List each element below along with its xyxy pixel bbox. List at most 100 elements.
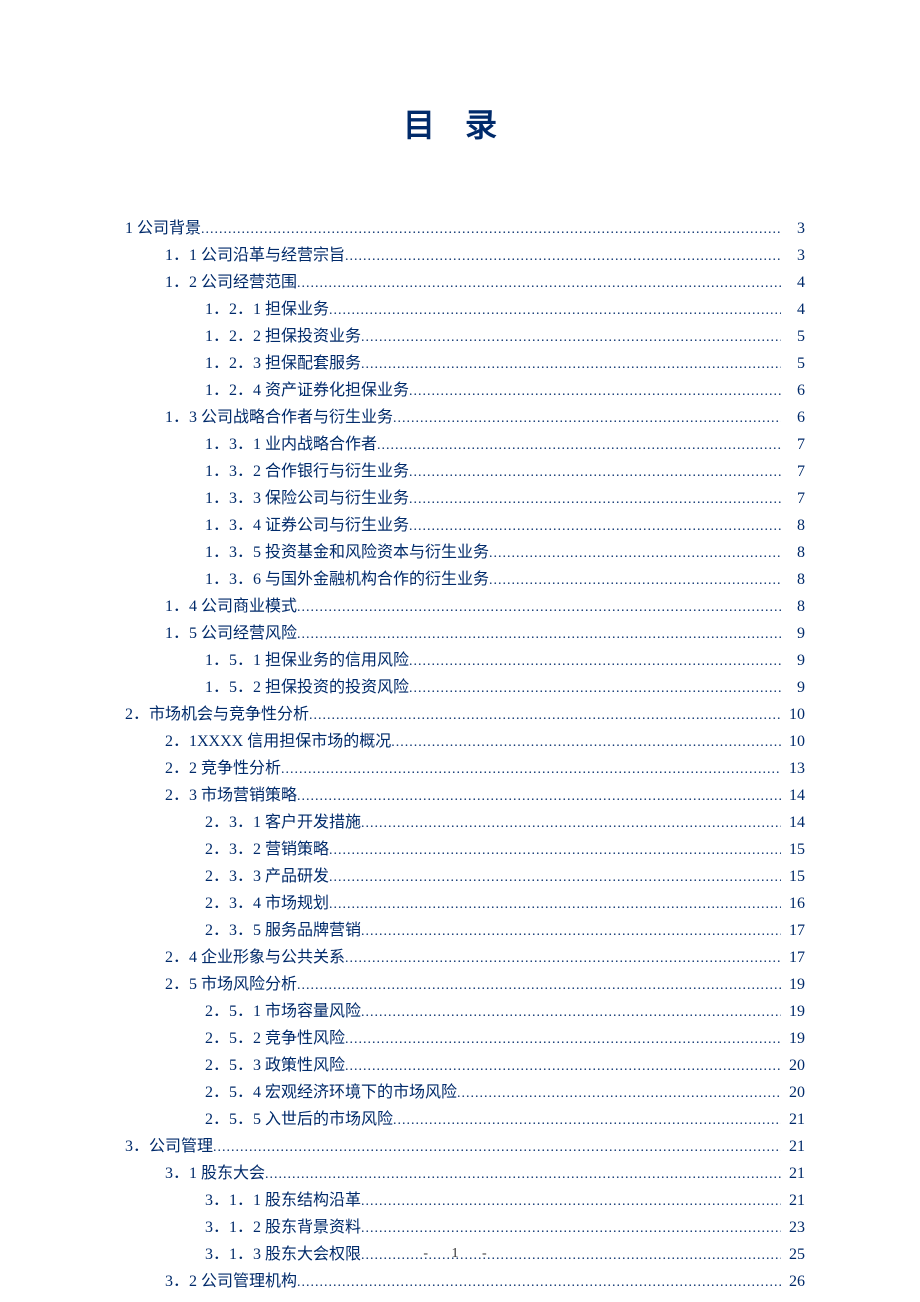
toc-entry-page: 8 xyxy=(781,567,805,593)
toc-leader-dots xyxy=(489,541,781,567)
toc-entry-page: 26 xyxy=(781,1269,805,1295)
toc-entry-label: 2．5．5 入世后的市场风险 xyxy=(205,1107,393,1133)
toc-entry-label: 1．3．1 业内战略合作者 xyxy=(205,432,377,458)
toc-leader-dots xyxy=(391,730,781,756)
toc-entry[interactable]: 1．3．5 投资基金和风险资本与衍生业务8 xyxy=(125,540,805,567)
toc-leader-dots xyxy=(393,1108,781,1134)
toc-entry-page: 19 xyxy=(781,972,805,998)
toc-entry-label: 1．3．3 保险公司与衍生业务 xyxy=(205,486,409,512)
toc-leader-dots xyxy=(297,622,781,648)
toc-entry[interactable]: 1．2．3 担保配套服务5 xyxy=(125,351,805,378)
toc-leader-dots xyxy=(309,703,781,729)
toc-entry-label: 1 公司背景 xyxy=(125,216,201,242)
toc-leader-dots xyxy=(409,487,781,513)
toc-entry[interactable]: 2．4 企业形象与公共关系17 xyxy=(125,945,805,972)
toc-entry[interactable]: 1．2．2 担保投资业务5 xyxy=(125,324,805,351)
toc-entry[interactable]: 1．3．1 业内战略合作者7 xyxy=(125,432,805,459)
toc-leader-dots xyxy=(361,1189,781,1215)
toc-entry[interactable]: 2．5．5 入世后的市场风险21 xyxy=(125,1107,805,1134)
toc-entry-page: 7 xyxy=(781,459,805,485)
toc-entry-label: 1．2．1 担保业务 xyxy=(205,297,329,323)
toc-leader-dots xyxy=(329,838,781,864)
toc-entry[interactable]: 1．4 公司商业模式8 xyxy=(125,594,805,621)
toc-entry-page: 6 xyxy=(781,405,805,431)
toc-entry-page: 16 xyxy=(781,891,805,917)
toc-entry[interactable]: 3．1．1 股东结构沿革21 xyxy=(125,1188,805,1215)
toc-leader-dots xyxy=(201,217,781,243)
toc-entry-label: 1．2．4 资产证券化担保业务 xyxy=(205,378,409,404)
toc-leader-dots xyxy=(329,892,781,918)
toc-leader-dots xyxy=(361,352,781,378)
toc-entry-label: 2．3 市场营销策略 xyxy=(165,783,297,809)
toc-leader-dots xyxy=(297,784,781,810)
toc-entry[interactable]: 2．5．1 市场容量风险19 xyxy=(125,999,805,1026)
toc-entry-page: 21 xyxy=(781,1134,805,1160)
toc-entry-label: 1．3 公司战略合作者与衍生业务 xyxy=(165,405,393,431)
toc-entry-page: 21 xyxy=(781,1161,805,1187)
toc-entry[interactable]: 1．3．4 证券公司与衍生业务8 xyxy=(125,513,805,540)
toc-entry[interactable]: 2．市场机会与竞争性分析10 xyxy=(125,702,805,729)
toc-entry[interactable]: 2．5．2 竞争性风险19 xyxy=(125,1026,805,1053)
toc-leader-dots xyxy=(265,1162,781,1188)
toc-leader-dots xyxy=(345,244,781,270)
toc-entry[interactable]: 2．3．3 产品研发15 xyxy=(125,864,805,891)
toc-leader-dots xyxy=(329,298,781,324)
toc-entry[interactable]: 2．1XXXX 信用担保市场的概况10 xyxy=(125,729,805,756)
toc-entry[interactable]: 2．3 市场营销策略14 xyxy=(125,783,805,810)
toc-entry[interactable]: 3．2 公司管理机构 26 xyxy=(125,1269,805,1296)
toc-entry[interactable]: 1．5 公司经营风险9 xyxy=(125,621,805,648)
toc-entry-label: 1．2．3 担保配套服务 xyxy=(205,351,361,377)
toc-leader-dots xyxy=(361,325,781,351)
toc-entry-label: 1．1 公司沿革与经营宗旨 xyxy=(165,243,345,269)
toc-entry[interactable]: 1．5．1 担保业务的信用风险9 xyxy=(125,648,805,675)
toc-leader-dots xyxy=(297,973,781,999)
toc-leader-dots xyxy=(297,595,781,621)
toc-entry[interactable]: 1．2．4 资产证券化担保业务 6 xyxy=(125,378,805,405)
toc-leader-dots xyxy=(345,1054,781,1080)
toc-entry-page: 6 xyxy=(781,378,805,404)
toc-entry-label: 3．公司管理 xyxy=(125,1134,213,1160)
toc-entry-label: 1．3．2 合作银行与衍生业务 xyxy=(205,459,409,485)
toc-entry-label: 2．5．1 市场容量风险 xyxy=(205,999,361,1025)
toc-entry-label: 3．2 公司管理机构 xyxy=(165,1269,297,1295)
toc-leader-dots xyxy=(281,757,781,783)
toc-entry[interactable]: 1．3．3 保险公司与衍生业务 7 xyxy=(125,486,805,513)
toc-entry[interactable]: 2．3．2 营销策略15 xyxy=(125,837,805,864)
table-of-contents: 1 公司背景31．1 公司沿革与经营宗旨31．2 公司经营范围41．2．1 担保… xyxy=(125,216,805,1296)
toc-entry[interactable]: 3．1 股东大会21 xyxy=(125,1161,805,1188)
toc-entry[interactable]: 2．3．4 市场规划 16 xyxy=(125,891,805,918)
toc-entry-page: 15 xyxy=(781,864,805,890)
toc-entry[interactable]: 1．3．6 与国外金融机构合作的衍生业务 8 xyxy=(125,567,805,594)
toc-entry[interactable]: 1．5．2 担保投资的投资风险9 xyxy=(125,675,805,702)
toc-entry-label: 1．2．2 担保投资业务 xyxy=(205,324,361,350)
toc-entry-label: 2．2 竞争性分析 xyxy=(165,756,281,782)
toc-entry[interactable]: 2．5．4 宏观经济环境下的市场风险20 xyxy=(125,1080,805,1107)
toc-entry-label: 2．5．2 竞争性风险 xyxy=(205,1026,345,1052)
toc-entry-page: 7 xyxy=(781,486,805,512)
toc-entry[interactable]: 3．1．2 股东背景资料23 xyxy=(125,1215,805,1242)
toc-entry[interactable]: 1．3 公司战略合作者与衍生业务 6 xyxy=(125,405,805,432)
toc-entry-page: 23 xyxy=(781,1215,805,1241)
toc-entry[interactable]: 1．1 公司沿革与经营宗旨3 xyxy=(125,243,805,270)
toc-entry-label: 2．3．2 营销策略 xyxy=(205,837,329,863)
toc-leader-dots xyxy=(409,676,781,702)
toc-leader-dots xyxy=(329,865,781,891)
toc-entry[interactable]: 2．5 市场风险分析19 xyxy=(125,972,805,999)
page-title: 目录 xyxy=(125,100,805,146)
toc-entry[interactable]: 2．5．3 政策性风险20 xyxy=(125,1053,805,1080)
toc-entry[interactable]: 1．2 公司经营范围4 xyxy=(125,270,805,297)
toc-entry[interactable]: 1．3．2 合作银行与衍生业务 7 xyxy=(125,459,805,486)
toc-entry[interactable]: 2．3．1 客户开发措施14 xyxy=(125,810,805,837)
toc-entry[interactable]: 1．2．1 担保业务4 xyxy=(125,297,805,324)
toc-entry[interactable]: 3．公司管理 21 xyxy=(125,1134,805,1161)
toc-entry-label: 1．3．6 与国外金融机构合作的衍生业务 xyxy=(205,567,489,593)
toc-entry-page: 17 xyxy=(781,918,805,944)
toc-leader-dots xyxy=(345,1027,781,1053)
toc-entry-label: 2．3．4 市场规划 xyxy=(205,891,329,917)
toc-entry[interactable]: 1 公司背景3 xyxy=(125,216,805,243)
toc-entry[interactable]: 2．2 竞争性分析13 xyxy=(125,756,805,783)
toc-entry-page: 20 xyxy=(781,1053,805,1079)
toc-entry-page: 10 xyxy=(781,729,805,755)
toc-leader-dots xyxy=(409,649,781,675)
toc-entry[interactable]: 2．3．5 服务品牌营销17 xyxy=(125,918,805,945)
